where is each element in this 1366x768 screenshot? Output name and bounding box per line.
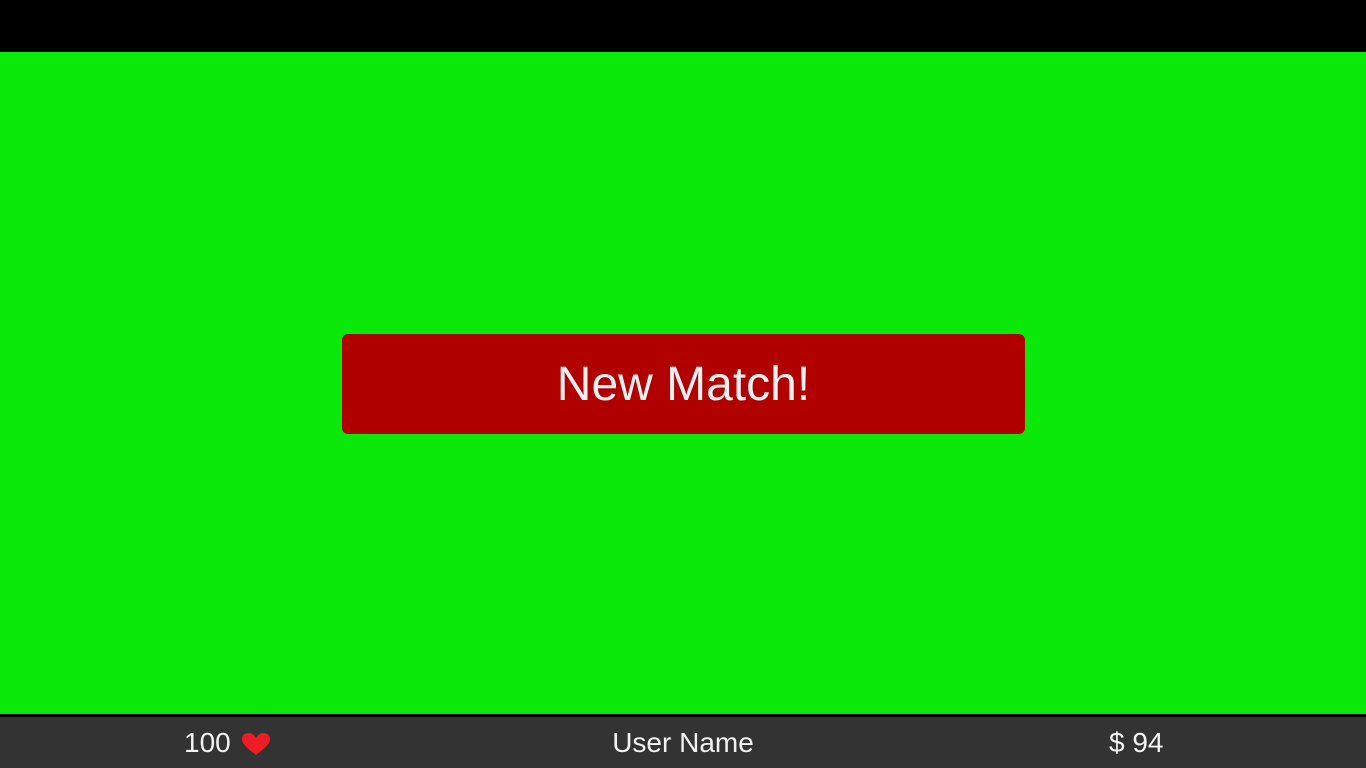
heart-icon — [241, 731, 271, 755]
username: User Name — [612, 726, 754, 758]
status-bar: 100 User Name $ 94 — [0, 717, 1366, 768]
top-bar — [0, 0, 1366, 52]
money-display: $ 94 — [1109, 717, 1164, 768]
health-display: 100 — [184, 717, 271, 768]
game-area: New Match! — [0, 52, 1366, 714]
new-match-button[interactable]: New Match! — [342, 334, 1025, 434]
health-value: 100 — [184, 726, 231, 758]
money-value: $ 94 — [1109, 726, 1164, 758]
